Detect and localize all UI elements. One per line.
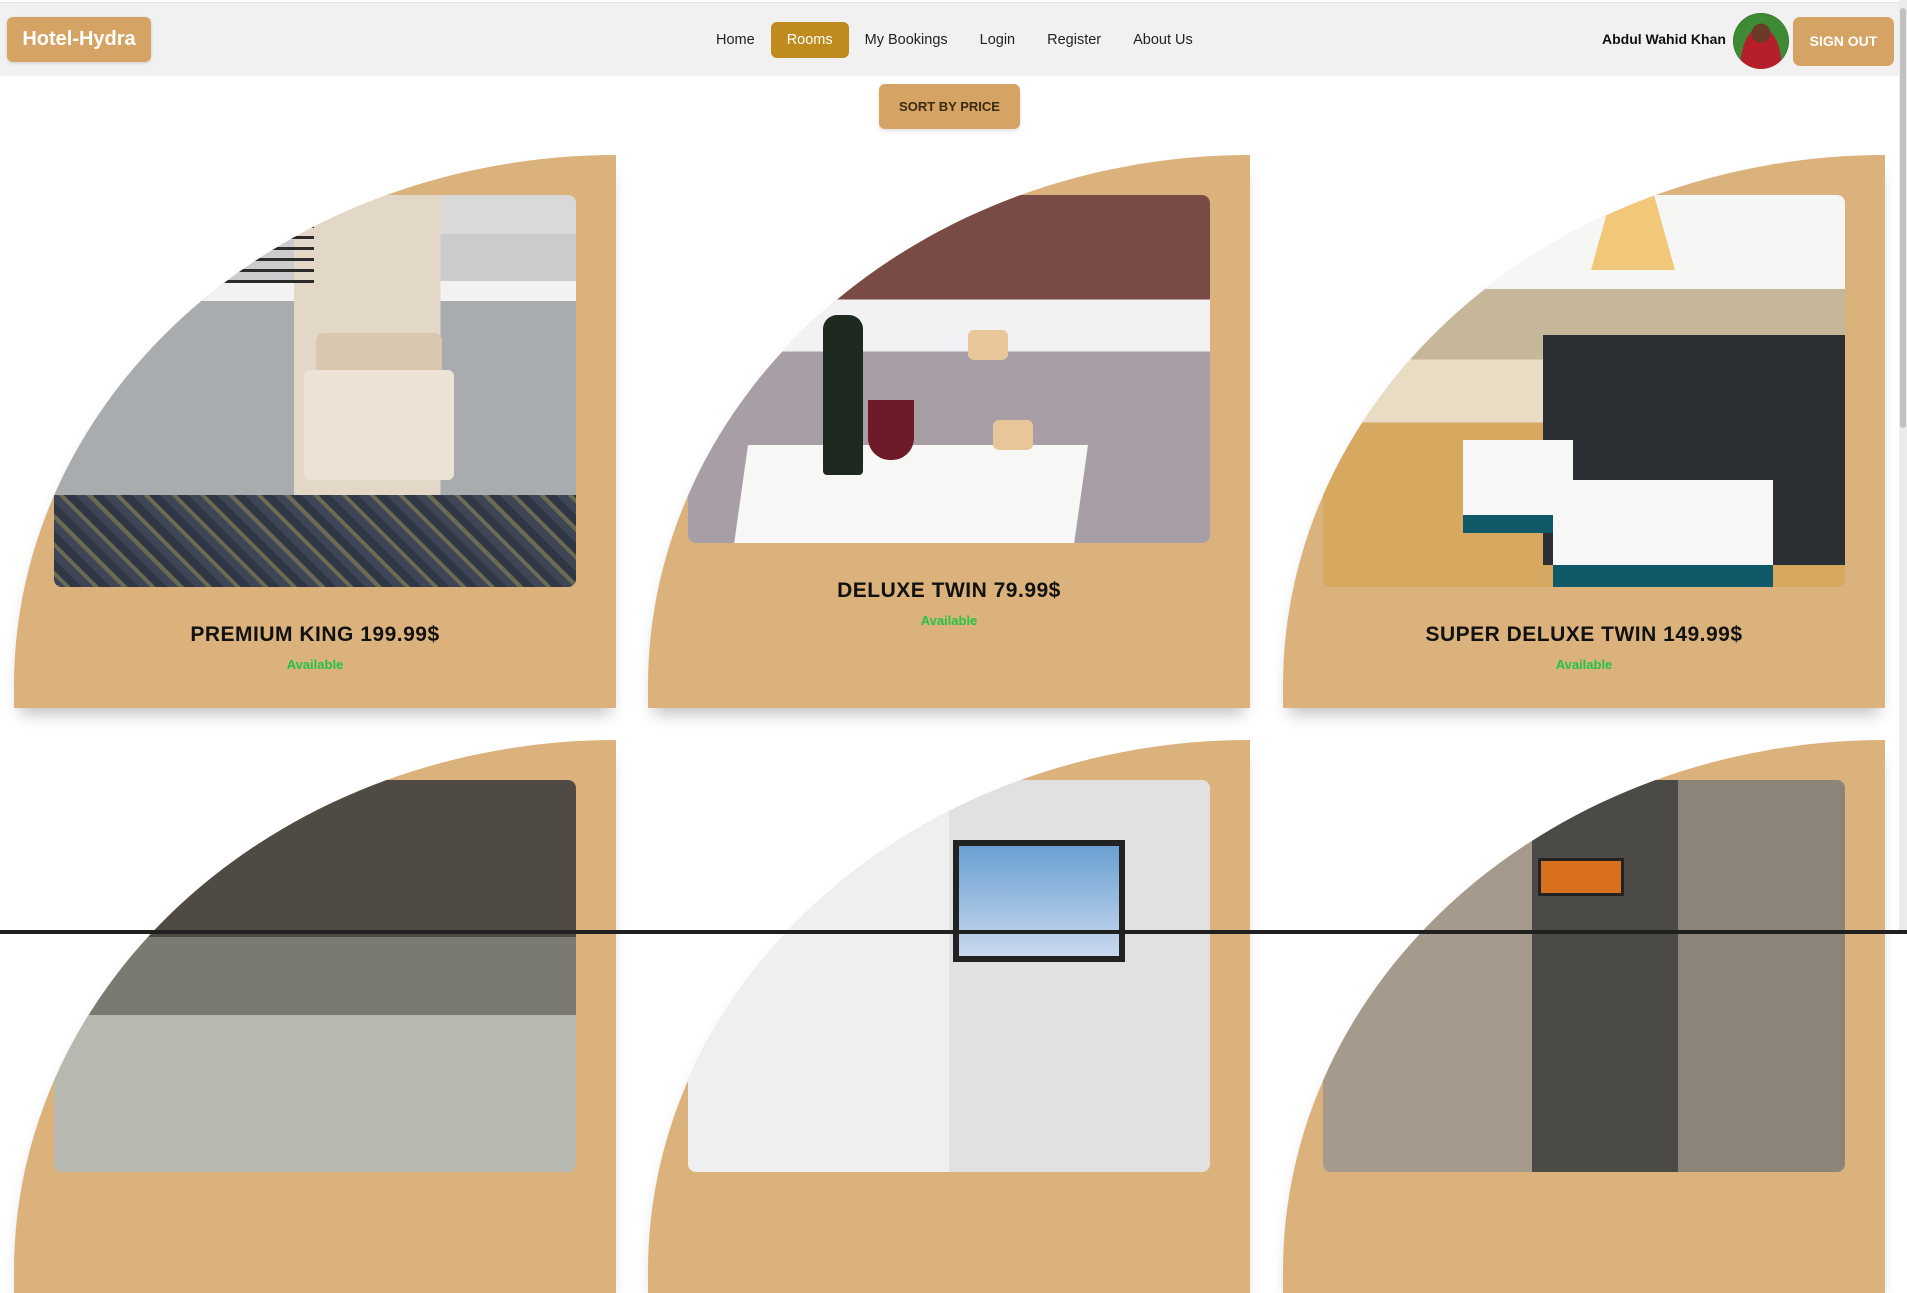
avatar[interactable]: [1733, 13, 1789, 69]
room-image[interactable]: [54, 780, 576, 1172]
nav-rooms[interactable]: Rooms: [770, 22, 849, 58]
room-status: Available: [1555, 657, 1613, 672]
room-card: [648, 740, 1250, 1293]
nav-register[interactable]: Register: [1031, 22, 1117, 58]
room-card: PREMIUM KING 199.99$ Available: [14, 155, 616, 708]
room-image[interactable]: [1323, 780, 1845, 1172]
scrollbar-thumb[interactable]: [1900, 8, 1906, 428]
room-image[interactable]: [688, 780, 1210, 1172]
top-navbar: Hotel-Hydra Home Rooms My Bookings Login…: [0, 2, 1907, 76]
room-title: PREMIUM KING 199.99$: [190, 623, 440, 646]
room-image[interactable]: [1323, 195, 1845, 587]
user-name: Abdul Wahid Khan: [1602, 31, 1726, 47]
nav-login[interactable]: Login: [964, 22, 1031, 58]
page-scrollbar[interactable]: [1899, 0, 1907, 930]
room-card: SUPER DELUXE TWIN 149.99$ Available: [1283, 155, 1885, 708]
brand-logo-button[interactable]: Hotel-Hydra: [7, 17, 151, 62]
sign-out-button[interactable]: SIGN OUT: [1793, 17, 1894, 66]
room-status: Available: [286, 657, 344, 672]
nav-about-us[interactable]: About Us: [1117, 22, 1209, 58]
sort-by-price-button[interactable]: SORT BY PRICE: [879, 84, 1020, 129]
room-title: DELUXE TWIN 79.99$: [837, 579, 1061, 602]
room-card: [14, 740, 616, 1293]
room-card: DELUXE TWIN 79.99$ Available: [648, 155, 1250, 708]
room-card: [1283, 740, 1885, 1293]
room-title: SUPER DELUXE TWIN 149.99$: [1425, 623, 1743, 646]
room-image[interactable]: [54, 195, 576, 587]
nav-links: Home Rooms My Bookings Login Register Ab…: [700, 22, 1209, 58]
room-status: Available: [920, 613, 978, 628]
room-image[interactable]: [688, 195, 1210, 543]
window-bottom-edge: [0, 930, 1907, 934]
nav-home[interactable]: Home: [700, 22, 771, 58]
nav-my-bookings[interactable]: My Bookings: [849, 22, 964, 58]
